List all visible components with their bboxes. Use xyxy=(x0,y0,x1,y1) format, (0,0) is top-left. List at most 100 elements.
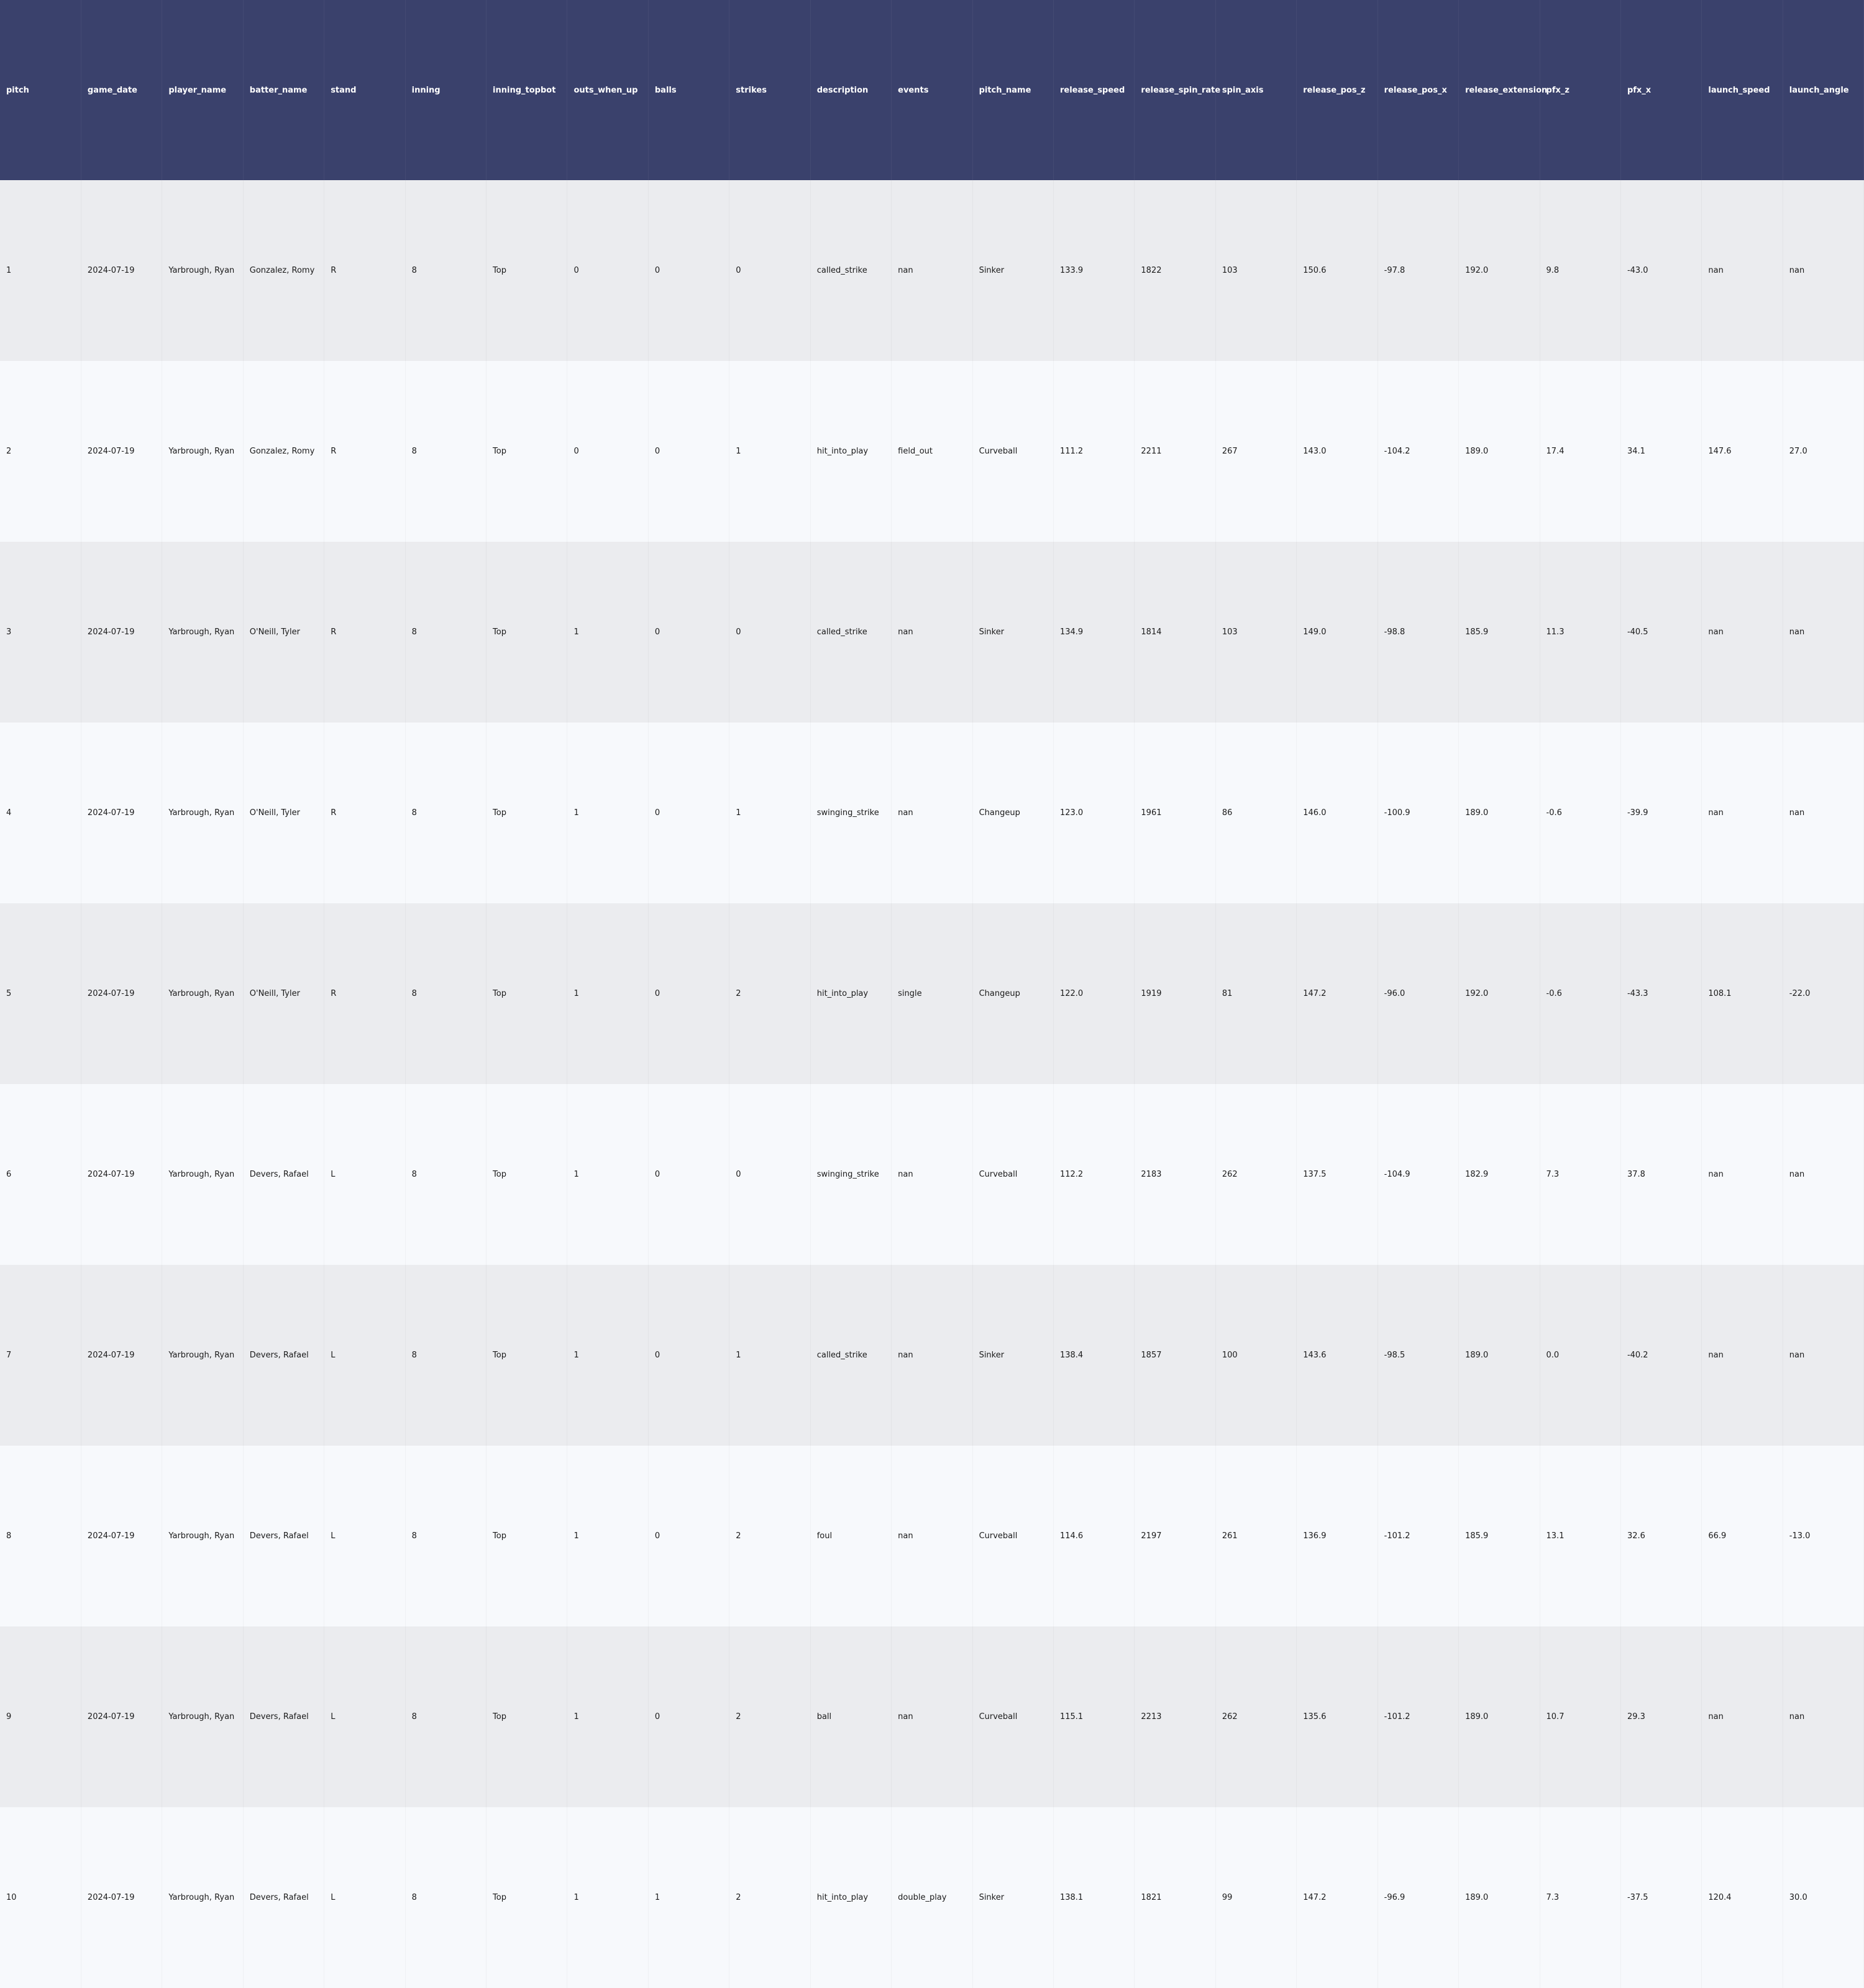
table-header: pitch game_date player_name batter_name stan… xyxy=(0,0,1864,180)
cell-release-spin-rate: 1821 xyxy=(1135,1807,1215,1988)
cell-outs-when-up: 1 xyxy=(567,1084,648,1265)
cell-balls: 0 xyxy=(648,903,729,1084)
column-header-batter-name: batter_name xyxy=(243,0,325,180)
cell-release-spin-rate: 2213 xyxy=(1135,1626,1215,1807)
cell-release-pos-x: -101.2 xyxy=(1377,1626,1458,1807)
cell-pitch: 8 xyxy=(0,1446,81,1626)
cell-outs-when-up: 1 xyxy=(567,903,648,1084)
cell-inning: 8 xyxy=(405,1084,486,1265)
table-row: 4 2024-07-19 Yarbrough, Ryan O'Neill, Tyler… xyxy=(0,723,1864,903)
cell-spin-axis: 103 xyxy=(1215,542,1296,723)
cell-spin-axis: 86 xyxy=(1215,723,1296,903)
cell-outs-when-up: 1 xyxy=(567,723,648,903)
cell-player-name: Yarbrough, Ryan xyxy=(162,1446,243,1626)
cell-pitch: 5 xyxy=(0,903,81,1084)
cell-batter-name: Devers, Rafael xyxy=(243,1084,324,1265)
cell-release-pos-x: -101.2 xyxy=(1377,1446,1458,1626)
cell-release-pos-z: 143.6 xyxy=(1297,1265,1377,1446)
cell-stand: L xyxy=(324,1807,405,1988)
cell-pfx-x: 34.1 xyxy=(1620,361,1701,542)
cell-batter-name: Devers, Rafael xyxy=(243,1265,324,1446)
column-header-player-name: player_name xyxy=(162,0,244,180)
cell-release-speed: 134.9 xyxy=(1053,542,1134,723)
cell-inning-topbot: Top xyxy=(487,723,567,903)
column-header-pitch: pitch xyxy=(0,0,81,180)
cell-release-pos-x: -98.5 xyxy=(1377,1265,1458,1446)
cell-launch-speed: nan xyxy=(1702,1265,1783,1446)
cell-pfx-z: 9.8 xyxy=(1540,180,1620,361)
cell-outs-when-up: 0 xyxy=(567,361,648,542)
cell-description: swinging_strike xyxy=(810,1084,891,1265)
cell-strikes: 2 xyxy=(729,1626,810,1807)
cell-player-name: Yarbrough, Ryan xyxy=(162,1084,243,1265)
cell-spin-axis: 267 xyxy=(1215,361,1296,542)
cell-pfx-z: 7.3 xyxy=(1540,1084,1620,1265)
cell-release-extension: 189.0 xyxy=(1459,1626,1540,1807)
cell-release-pos-z: 149.0 xyxy=(1297,542,1377,723)
cell-player-name: Yarbrough, Ryan xyxy=(162,180,243,361)
table-row: 8 2024-07-19 Yarbrough, Ryan Devers, Rafael… xyxy=(0,1446,1864,1626)
cell-inning: 8 xyxy=(405,723,486,903)
cell-events: nan xyxy=(892,1446,972,1626)
column-header-pfx-z: pfx_z xyxy=(1540,0,1621,180)
column-header-strikes: strikes xyxy=(729,0,811,180)
cell-balls: 0 xyxy=(648,1084,729,1265)
cell-inning: 8 xyxy=(405,180,486,361)
column-header-launch-angle: launch_angle xyxy=(1783,0,1864,180)
column-header-stand: stand xyxy=(324,0,406,180)
cell-game-date: 2024-07-19 xyxy=(81,361,162,542)
cell-pitch-name: Changeup xyxy=(972,903,1053,1084)
cell-game-date: 2024-07-19 xyxy=(81,1446,162,1626)
cell-batter-name: Gonzalez, Romy xyxy=(243,361,324,542)
cell-release-spin-rate: 1814 xyxy=(1135,542,1215,723)
cell-inning-topbot: Top xyxy=(487,1446,567,1626)
cell-release-speed: 138.4 xyxy=(1053,1265,1134,1446)
cell-pitch: 9 xyxy=(0,1626,81,1807)
cell-launch-angle: nan xyxy=(1783,542,1863,723)
cell-inning: 8 xyxy=(405,1265,486,1446)
cell-batter-name: O'Neill, Tyler xyxy=(243,542,324,723)
cell-strikes: 0 xyxy=(729,1084,810,1265)
cell-pfx-x: 29.3 xyxy=(1620,1626,1701,1807)
cell-release-speed: 111.2 xyxy=(1053,361,1134,542)
cell-pitch-name: Sinker xyxy=(972,542,1053,723)
cell-launch-speed: 108.1 xyxy=(1702,903,1783,1084)
cell-batter-name: Gonzalez, Romy xyxy=(243,180,324,361)
cell-spin-axis: 100 xyxy=(1215,1265,1296,1446)
cell-batter-name: Devers, Rafael xyxy=(243,1446,324,1626)
cell-description: called_strike xyxy=(810,1265,891,1446)
cell-release-pos-z: 136.9 xyxy=(1297,1446,1377,1626)
cell-description: called_strike xyxy=(810,180,891,361)
cell-launch-angle: 27.0 xyxy=(1783,361,1863,542)
cell-strikes: 2 xyxy=(729,1807,810,1988)
cell-strikes: 2 xyxy=(729,903,810,1084)
cell-pitch: 2 xyxy=(0,361,81,542)
cell-batter-name: Devers, Rafael xyxy=(243,1807,324,1988)
cell-batter-name: O'Neill, Tyler xyxy=(243,723,324,903)
cell-release-pos-z: 150.6 xyxy=(1297,180,1377,361)
cell-launch-angle: nan xyxy=(1783,1626,1863,1807)
cell-release-spin-rate: 1822 xyxy=(1135,180,1215,361)
cell-launch-speed: nan xyxy=(1702,723,1783,903)
cell-pfx-x: -40.2 xyxy=(1620,1265,1701,1446)
column-header-balls: balls xyxy=(648,0,730,180)
cell-release-pos-z: 146.0 xyxy=(1297,723,1377,903)
cell-pitch-name: Sinker xyxy=(972,1265,1053,1446)
cell-pitch: 4 xyxy=(0,723,81,903)
cell-launch-angle: nan xyxy=(1783,1265,1863,1446)
cell-release-extension: 192.0 xyxy=(1459,903,1540,1084)
cell-events: nan xyxy=(892,542,972,723)
cell-release-spin-rate: 2197 xyxy=(1135,1446,1215,1626)
cell-inning-topbot: Top xyxy=(487,903,567,1084)
cell-description: ball xyxy=(810,1626,891,1807)
cell-outs-when-up: 0 xyxy=(567,180,648,361)
cell-description: swinging_strike xyxy=(810,723,891,903)
cell-release-extension: 189.0 xyxy=(1459,1807,1540,1988)
cell-spin-axis: 99 xyxy=(1215,1807,1296,1988)
cell-pfx-z: 17.4 xyxy=(1540,361,1620,542)
cell-inning-topbot: Top xyxy=(487,1626,567,1807)
column-header-pfx-x: pfx_x xyxy=(1620,0,1702,180)
cell-pfx-x: -43.3 xyxy=(1620,903,1701,1084)
cell-stand: R xyxy=(324,542,405,723)
cell-inning-topbot: Top xyxy=(487,542,567,723)
